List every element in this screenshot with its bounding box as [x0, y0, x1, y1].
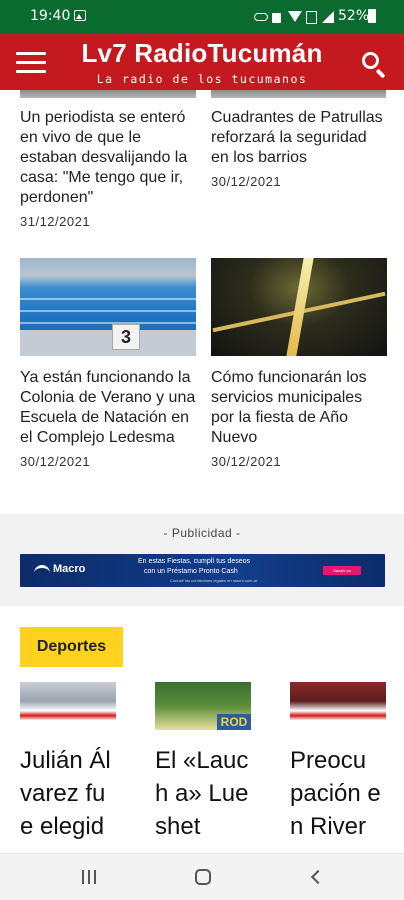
- article-date: 30/12/2021: [211, 174, 282, 189]
- status-time: 19:40: [30, 8, 71, 24]
- sport-headline[interactable]: Julián Álvarez fue elegido: [20, 744, 116, 853]
- signal-icon: [322, 11, 334, 23]
- home-icon[interactable]: [195, 869, 211, 885]
- article-card[interactable]: Un periodista se enteró en vivo de que l…: [20, 108, 196, 229]
- battery-percentage: 52%: [338, 8, 370, 24]
- ad-banner[interactable]: Macro En estas Fiestas, cumplí tus deseo…: [20, 554, 385, 587]
- article-image[interactable]: [211, 258, 387, 356]
- ad-brand-logo: Macro: [34, 563, 85, 575]
- wifi-icon: [288, 11, 302, 23]
- ad-text-line: con un Préstamo Pronto Cash: [144, 568, 238, 575]
- section-tag-deportes[interactable]: Deportes: [20, 627, 123, 667]
- article-headline[interactable]: Ya están funcionando la Colonia de Veran…: [20, 368, 196, 448]
- sport-headline[interactable]: Preocu pación en River por: [290, 744, 386, 853]
- key-icon: [254, 13, 268, 21]
- system-nav-bar: [0, 853, 404, 900]
- sim-icon: [306, 11, 317, 24]
- article-image[interactable]: 3: [20, 258, 196, 356]
- lock-icon: [272, 13, 281, 23]
- site-tagline: La radio de los tucumanos: [96, 72, 308, 86]
- article-card[interactable]: Cómo funcionarán los servicios municipal…: [211, 258, 387, 469]
- article-card[interactable]: Cuadrantes de Patrullas reforzará la seg…: [211, 108, 387, 189]
- gallery-icon: [74, 10, 86, 21]
- article-headline[interactable]: Cómo funcionarán los servicios municipal…: [211, 368, 387, 448]
- sport-card[interactable]: ROD El «Lauch a» Lueshet: [155, 682, 251, 843]
- article-date: 30/12/2021: [20, 454, 91, 469]
- back-icon[interactable]: [310, 869, 326, 885]
- sport-image[interactable]: [20, 682, 116, 730]
- sport-card[interactable]: Julián Álvarez fue elegido: [20, 682, 116, 853]
- article-card[interactable]: 3 Ya están funcionando la Colonia de Ver…: [20, 258, 196, 469]
- image-caption-text: ROD: [217, 714, 251, 730]
- ad-legal-text: Conocé las condiciones legales en macro.…: [170, 578, 258, 583]
- article-image-partial[interactable]: [20, 90, 196, 98]
- macro-logo-icon: [34, 565, 50, 573]
- sport-headline[interactable]: El «Lauch a» Lueshet: [155, 744, 251, 843]
- sport-card[interactable]: Preocu pación en River por: [290, 682, 386, 853]
- recents-icon[interactable]: [82, 870, 96, 884]
- search-icon[interactable]: [360, 50, 388, 79]
- status-bar: 19:40 52%: [0, 0, 404, 34]
- sport-image[interactable]: ROD: [155, 682, 251, 730]
- news-feed[interactable]: Un periodista se enteró en vivo de que l…: [0, 90, 404, 853]
- ad-label: - Publicidad -: [163, 526, 241, 540]
- article-headline[interactable]: Un periodista se enteró en vivo de que l…: [20, 108, 196, 208]
- ad-section: - Publicidad - Macro En estas Fiestas, c…: [0, 514, 404, 606]
- article-headline[interactable]: Cuadrantes de Patrullas reforzará la seg…: [211, 108, 387, 168]
- ad-text-line: En estas Fiestas, cumplí tus deseos: [138, 558, 251, 565]
- pool-block-number: 3: [112, 324, 140, 350]
- article-date: 31/12/2021: [20, 214, 91, 229]
- article-image-partial[interactable]: [211, 90, 386, 98]
- app-header: Lv7 RadioTucumán La radio de los tucuman…: [0, 34, 404, 90]
- ad-cta-button[interactable]: Sacalo ya: [323, 566, 361, 575]
- sport-image[interactable]: [290, 682, 386, 730]
- battery-icon: [368, 9, 376, 23]
- site-logo-title[interactable]: Lv7 RadioTucumán: [0, 38, 404, 69]
- article-date: 30/12/2021: [211, 454, 282, 469]
